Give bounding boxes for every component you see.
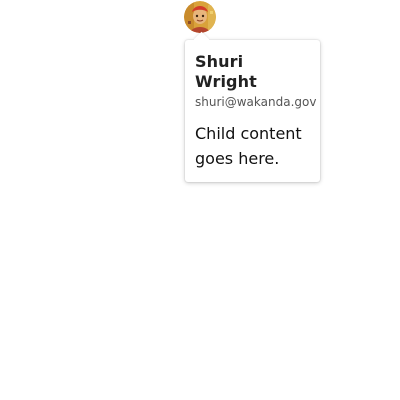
- popover-arrow-mask: [191, 40, 213, 48]
- avatar-photo-icon: [184, 1, 216, 33]
- popover-child-content: Child content goes here.: [195, 124, 302, 168]
- user-avatar[interactable]: [184, 1, 216, 33]
- page-root: Shuri Wright shuri@wakanda.gov Child con…: [0, 0, 400, 400]
- user-email: shuri@wakanda.gov: [195, 95, 317, 109]
- user-popover: Shuri Wright shuri@wakanda.gov Child con…: [185, 31, 320, 182]
- user-name: Shuri Wright: [195, 52, 257, 91]
